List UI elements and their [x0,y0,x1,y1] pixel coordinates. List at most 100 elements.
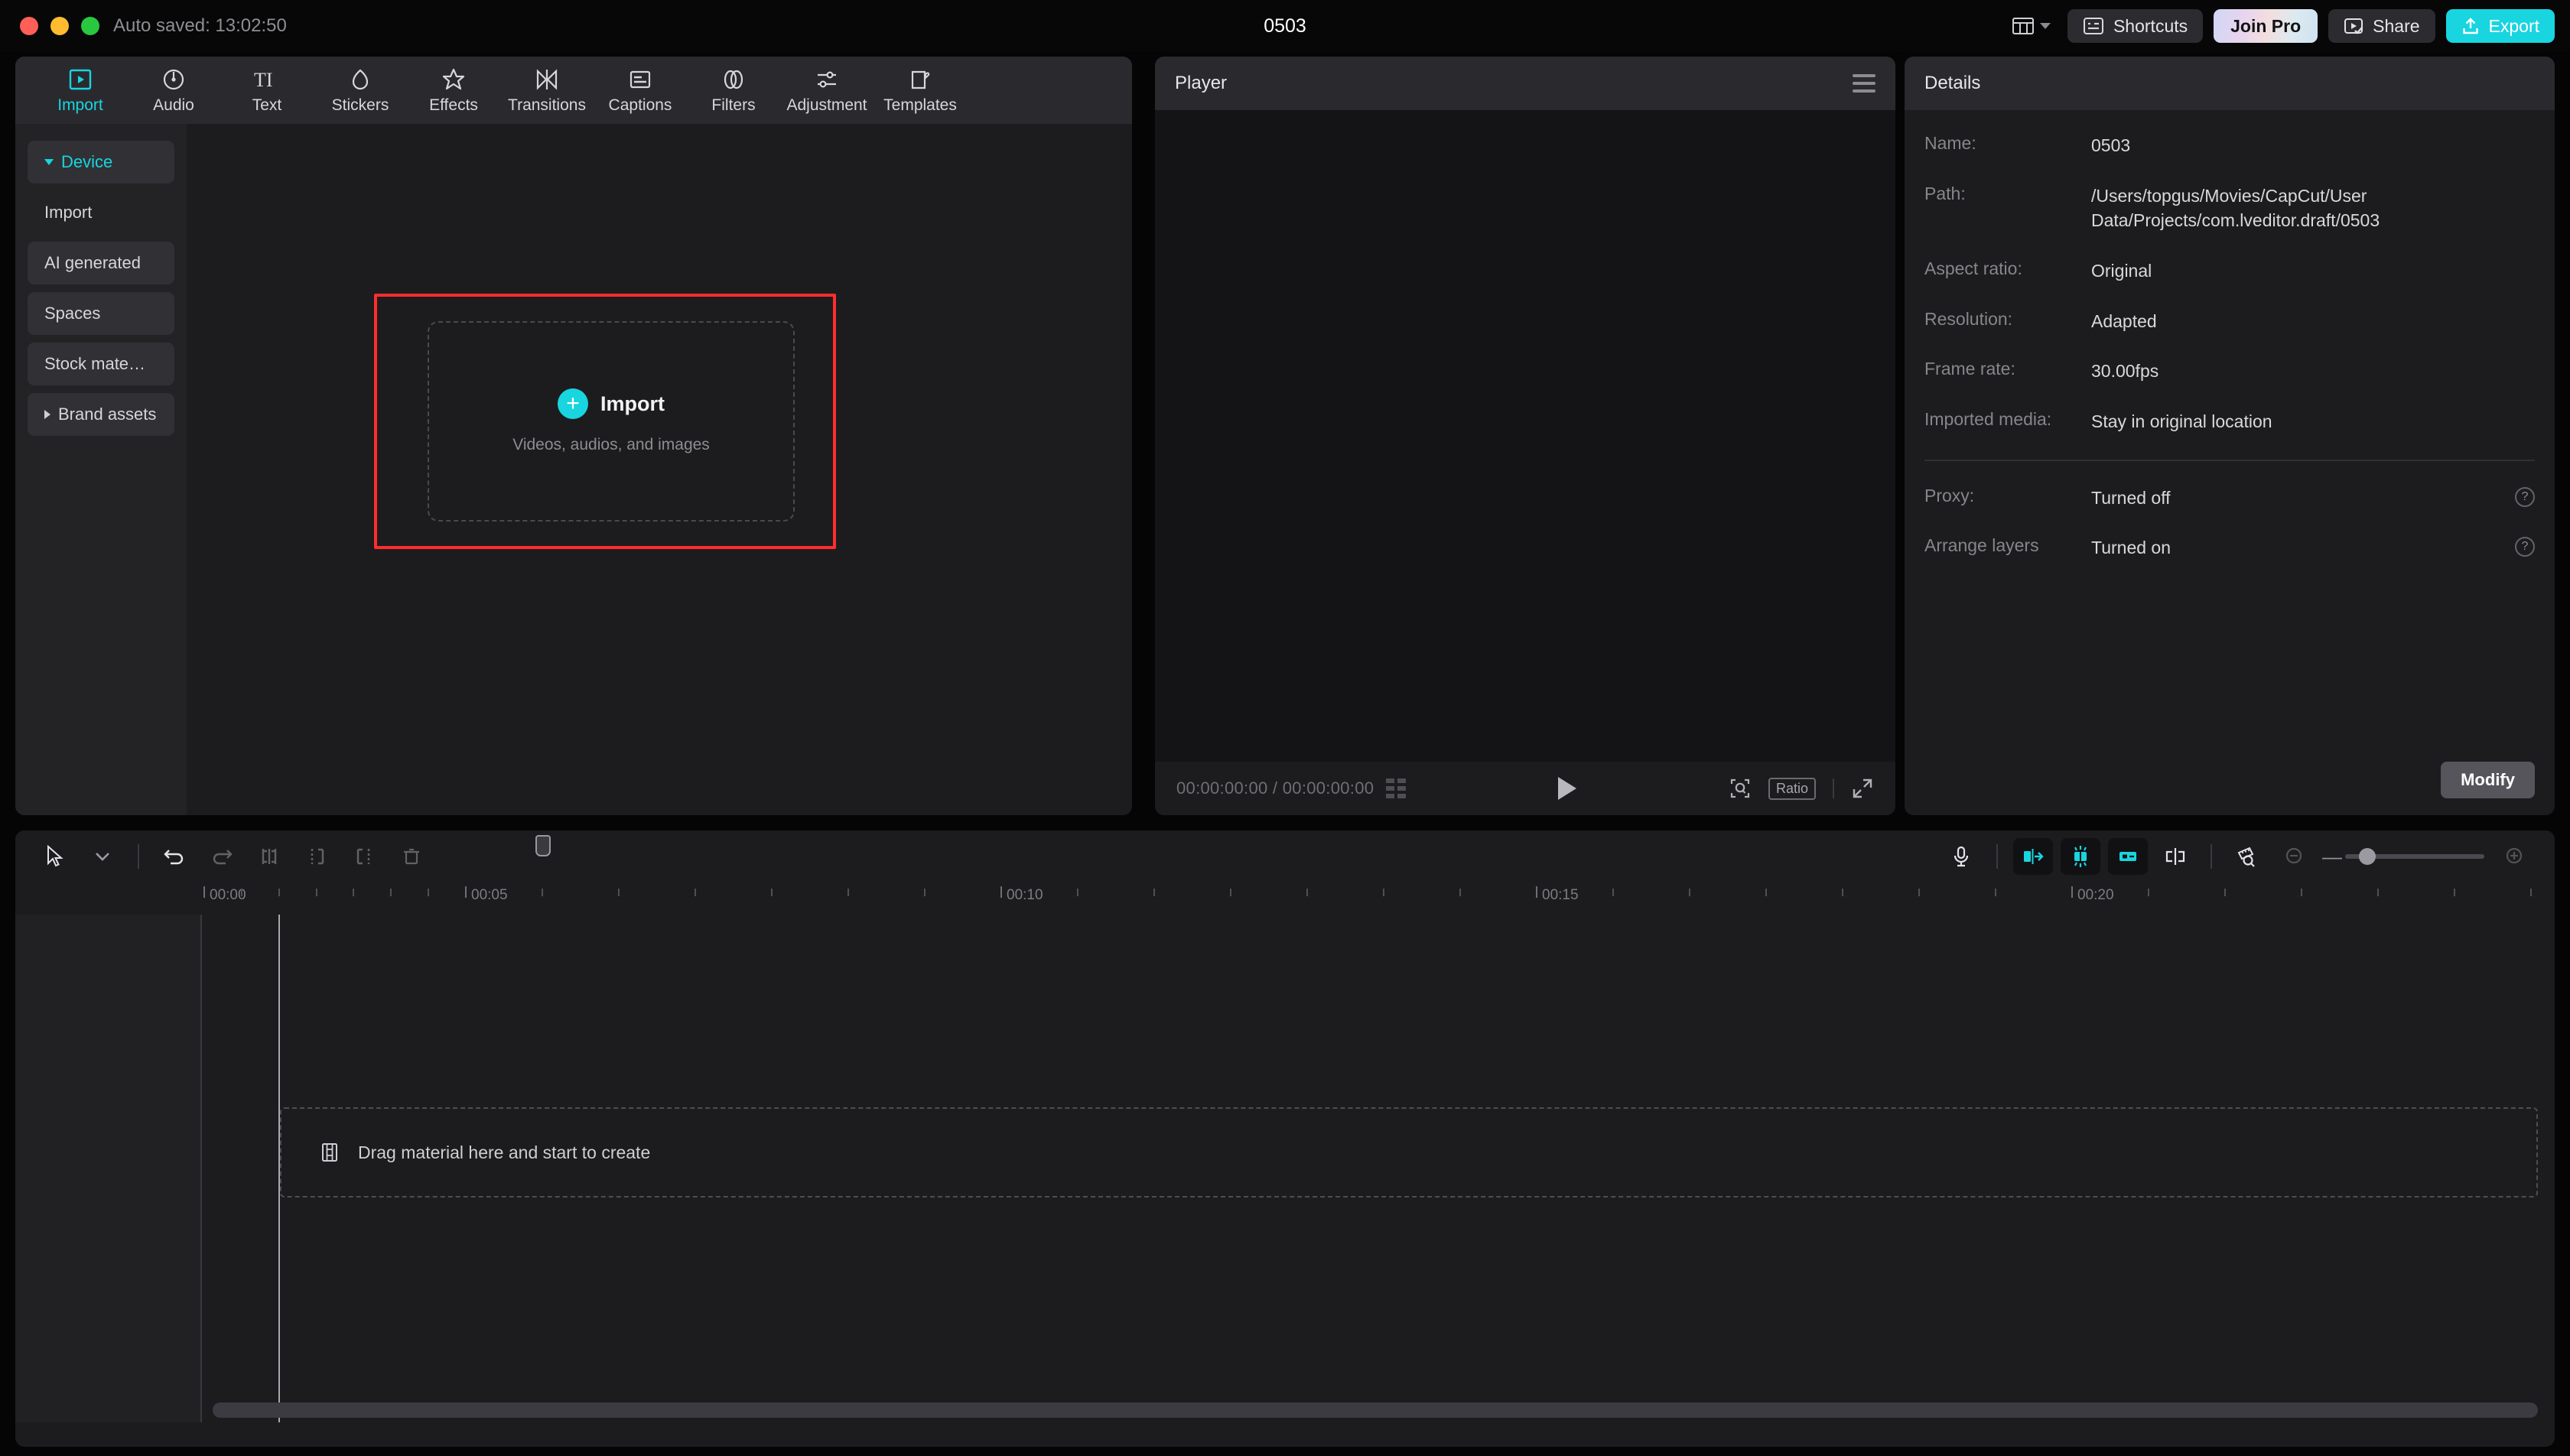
ruler-major-tick [203,886,205,898]
tab-filters-label: Filters [711,96,756,114]
microphone-icon[interactable] [1941,838,1981,875]
player-stage[interactable] [1155,110,1895,762]
layout-switcher-button[interactable] [2006,12,2057,40]
trim-left-icon[interactable] [297,838,337,875]
player-menu-icon[interactable] [1853,74,1875,93]
ruler-minor-tick [1153,889,1155,896]
divider [2211,844,2212,869]
shortcuts-button[interactable]: Shortcuts [2067,9,2204,43]
ruler-minor-tick [278,889,280,896]
captions-icon [629,70,651,88]
split-track-icon[interactable] [2155,838,2195,875]
mirror-icon[interactable] [2013,838,2053,875]
adjustment-icon [818,70,836,88]
ruler-minor-tick [2224,889,2226,896]
details-label: Imported media: [1924,408,2052,429]
undo-icon[interactable] [155,838,194,875]
timeline-playhead-handle[interactable] [535,835,551,856]
details-label: Proxy: [1924,485,1975,505]
redo-icon[interactable] [202,838,242,875]
film-strip-icon [322,1143,337,1162]
ratio-button[interactable]: Ratio [1768,777,1816,800]
tab-templates-label: Templates [883,96,957,114]
details-row-resolution: Resolution: Adapted [1924,309,2535,334]
split-icon[interactable] [249,838,289,875]
details-label: Frame rate: [1924,359,2015,379]
select-arrow-icon[interactable] [35,838,75,875]
sidebar-item-stock-materials[interactable]: Stock mate… [28,343,174,385]
ruler-major-tick [1536,886,1537,898]
zoom-in-icon[interactable] [2495,838,2535,875]
crop-icon[interactable] [2108,838,2148,875]
ruler-minor-tick [1995,889,1996,896]
zoom-slider[interactable]: — [2322,845,2487,869]
ruler-minor-tick [428,889,430,896]
help-icon[interactable]: ? [2515,537,2535,557]
tab-text[interactable]: TI Text [220,57,314,124]
import-dropzone-row: + Import [558,388,665,419]
chevron-down-icon[interactable] [83,838,122,875]
minimize-window-button[interactable] [50,17,69,35]
tab-import[interactable]: Import [34,57,127,124]
media-content-area: + Import Videos, audios, and images [187,124,1132,815]
tab-audio[interactable]: Audio [127,57,220,124]
details-row-proxy: Proxy: Turned off ? [1924,486,2535,511]
zoom-slider-track[interactable] [2345,848,2484,865]
maximize-window-button[interactable] [81,17,99,35]
keyboard-icon [2083,18,2103,34]
autosave-status: Auto saved: 13:02:50 [113,15,287,36]
play-button[interactable] [1558,777,1577,800]
share-button[interactable]: Share [2328,9,2435,43]
timeline-tracks: Drag material here and start to create [15,835,2555,1422]
ruler-minor-tick [1689,889,1690,896]
chevron-down-icon [2039,23,2051,29]
sidebar-item-device-label: Device [61,152,113,171]
timeline-ruler[interactable]: 00:0000:0500:1000:1500:2000:2500:3000:35… [200,882,2555,915]
player-transport [1406,777,1729,800]
close-window-button[interactable] [20,17,38,35]
sidebar-item-spaces-label: Spaces [44,304,101,323]
ruler-zoom-icon[interactable] [2227,838,2267,875]
zoom-out-icon[interactable] [2275,838,2315,875]
tab-captions[interactable]: Captions [594,57,687,124]
timeline-hscroll-thumb[interactable] [213,1402,2538,1418]
import-dropzone-subtitle: Videos, audios, and images [512,436,710,453]
sidebar-item-device[interactable]: Device [28,141,174,184]
details-row-path: Path: /Users/topgus/Movies/CapCut/User D… [1924,184,2535,233]
export-button[interactable]: Export [2445,9,2555,43]
sidebar-item-brand-assets[interactable]: Brand assets [28,393,174,436]
help-icon[interactable]: ? [2515,486,2535,507]
player-controls: 00:00:00:00 / 00:00:00:00 Ratio [1155,762,1895,815]
fullscreen-icon[interactable] [1851,777,1874,800]
tab-effects[interactable]: Effects [407,57,500,124]
sidebar-item-import[interactable]: Import [28,191,174,234]
modify-button[interactable]: Modify [2441,762,2535,798]
ruler-minor-tick [847,889,849,896]
freeze-icon[interactable] [2061,838,2100,875]
tab-templates[interactable]: Templates [873,57,967,124]
timeline-drop-track[interactable]: Drag material here and start to create [280,1107,2538,1198]
ruler-minor-tick [2530,889,2532,896]
tab-transitions[interactable]: Transitions [500,57,594,124]
details-value: /Users/topgus/Movies/CapCut/User Data/Pr… [2091,185,2380,231]
details-divider [1924,459,2535,461]
tab-stickers[interactable]: Stickers [314,57,407,124]
sidebar-item-ai-generated[interactable]: AI generated [28,242,174,284]
join-pro-button[interactable]: Join Pro [2214,9,2318,43]
trim-right-icon[interactable] [344,838,384,875]
details-label: Arrange layers [1924,535,2039,556]
tab-filters[interactable]: Filters [687,57,780,124]
zoom-fit-icon[interactable] [1729,777,1752,800]
ruler-minor-tick [771,889,773,896]
plus-icon: + [558,388,588,419]
zoom-slider-knob[interactable] [2359,848,2376,865]
player-panel: Player 00:00:00:00 / 00:00:00:00 Ratio [1155,57,1895,815]
delete-icon[interactable] [392,838,431,875]
shortcuts-label: Shortcuts [2113,15,2188,36]
ruler-minor-tick [353,889,355,896]
import-dropzone[interactable]: + Import Videos, audios, and images [428,321,795,522]
timeline-hscrollbar[interactable] [202,1402,2555,1418]
tab-adjustment[interactable]: Adjustment [780,57,873,124]
sidebar-item-spaces[interactable]: Spaces [28,292,174,335]
player-grid-icon[interactable] [1386,778,1407,798]
